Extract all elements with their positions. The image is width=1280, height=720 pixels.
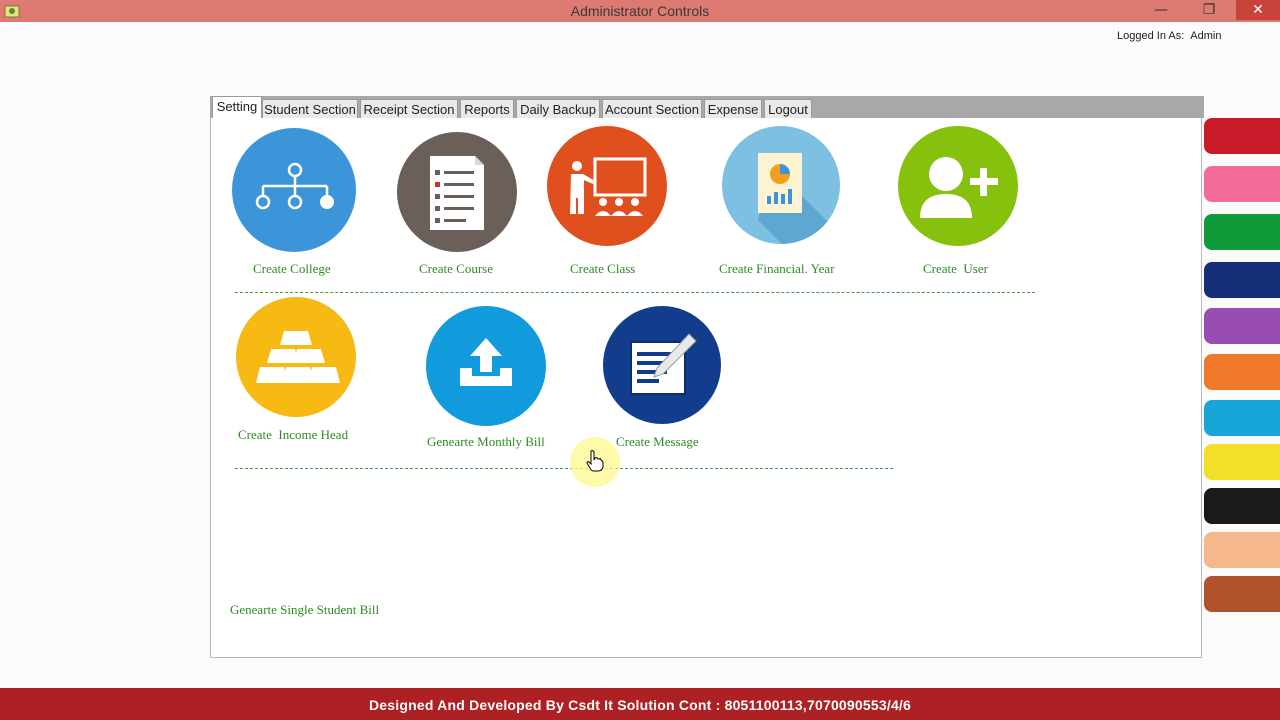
create-course-tile[interactable] bbox=[397, 132, 517, 252]
logged-in-label: Logged In As: bbox=[1117, 30, 1185, 42]
restore-button[interactable]: ❐ bbox=[1194, 0, 1224, 20]
create-message-tile[interactable] bbox=[603, 306, 721, 424]
row-divider bbox=[235, 468, 893, 469]
create-course-label[interactable]: Create Course bbox=[419, 261, 493, 277]
create-college-label[interactable]: Create College bbox=[253, 261, 331, 277]
create-class-label[interactable]: Create Class bbox=[570, 261, 635, 277]
window-title: Administrator Controls bbox=[570, 3, 710, 19]
create-user-tile[interactable] bbox=[898, 126, 1018, 246]
tab-receipt-section[interactable]: Receipt Section bbox=[360, 99, 458, 119]
create-financial-year-tile[interactable] bbox=[722, 126, 840, 244]
tab-student-section[interactable]: Student Section bbox=[262, 99, 358, 119]
decorative-pencils bbox=[1204, 118, 1280, 628]
create-user-label[interactable]: Create User bbox=[923, 261, 988, 277]
create-income-head-label[interactable]: Create Income Head bbox=[238, 427, 348, 443]
hierarchy-icon bbox=[255, 162, 334, 210]
create-financial-year-label[interactable]: Create Financial. Year bbox=[719, 261, 835, 277]
hand-cursor-icon bbox=[586, 450, 604, 472]
upload-tray-icon bbox=[460, 338, 512, 386]
title-bar: Administrator Controls — ❐ ✕ bbox=[0, 0, 1280, 22]
create-college-tile[interactable] bbox=[232, 128, 356, 252]
tab-reports[interactable]: Reports bbox=[460, 99, 514, 119]
logged-in-user: Admin bbox=[1190, 30, 1222, 42]
generate-single-student-bill-link[interactable]: Genearte Single Student Bill bbox=[230, 602, 379, 618]
edit-note-icon bbox=[630, 333, 697, 395]
generate-monthly-bill-label[interactable]: Genearte Monthly Bill bbox=[427, 434, 545, 450]
report-chart-icon bbox=[758, 153, 840, 244]
logged-in-info: Logged In As: Admin bbox=[1117, 30, 1221, 42]
tab-daily-backup[interactable]: Daily Backup bbox=[516, 99, 600, 119]
generate-monthly-bill-tile[interactable] bbox=[426, 306, 546, 426]
create-message-label[interactable]: Create Message bbox=[616, 434, 699, 450]
tab-setting[interactable]: Setting bbox=[212, 96, 262, 119]
create-class-tile[interactable] bbox=[547, 126, 667, 246]
document-list-icon bbox=[430, 156, 484, 230]
tab-expense[interactable]: Expense bbox=[704, 99, 762, 119]
tab-account-section[interactable]: Account Section bbox=[602, 99, 702, 119]
create-income-head-tile[interactable] bbox=[236, 297, 356, 417]
minimize-button[interactable]: — bbox=[1146, 0, 1176, 20]
row-divider bbox=[235, 292, 1035, 293]
classroom-icon bbox=[570, 157, 647, 216]
add-user-icon bbox=[920, 157, 998, 218]
footer-credit: Designed And Developed By Csdt It Soluti… bbox=[368, 697, 912, 713]
tab-logout[interactable]: Logout bbox=[764, 99, 812, 119]
close-button[interactable]: ✕ bbox=[1236, 0, 1280, 20]
footer-bar: Designed And Developed By Csdt It Soluti… bbox=[0, 688, 1280, 720]
gold-bars-icon bbox=[256, 331, 340, 383]
